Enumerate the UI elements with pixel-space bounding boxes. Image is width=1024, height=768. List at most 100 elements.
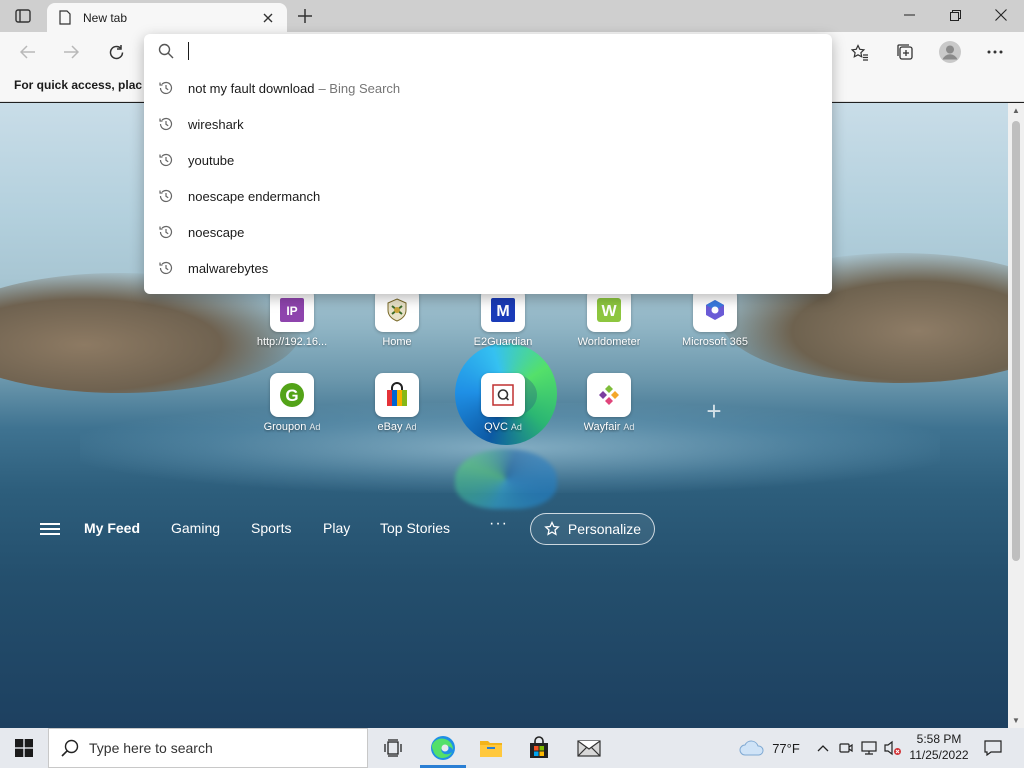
taskbar-search-box[interactable]: Type here to search: [48, 728, 368, 768]
restore-button[interactable]: [932, 0, 978, 30]
scroll-down-arrow-icon[interactable]: ▼: [1012, 716, 1020, 725]
quick-link-label: Groupon Ad: [263, 421, 321, 433]
profile-icon[interactable]: [935, 37, 965, 67]
cloud-icon[interactable]: [736, 728, 768, 768]
quick-link-microsoft-365[interactable]: Microsoft 365: [663, 288, 767, 368]
qvc-icon: [481, 373, 525, 417]
quick-link-label: http://192.16...: [256, 336, 328, 348]
search-icon: [61, 739, 79, 757]
suggestion-item[interactable]: youtube: [144, 142, 832, 178]
refresh-icon[interactable]: [101, 37, 131, 67]
svg-text:IP: IP: [286, 304, 297, 318]
scroll-thumb[interactable]: [1012, 121, 1020, 561]
quick-link-ebay[interactable]: eBay Ad: [345, 373, 449, 453]
history-icon: [157, 187, 175, 205]
taskbar-clock[interactable]: 5:58 PM 11/25/2022: [902, 731, 976, 765]
quick-link-home[interactable]: Home: [345, 288, 449, 368]
quick-link-label: Microsoft 365: [681, 336, 749, 348]
clock-time: 5:58 PM: [916, 732, 962, 746]
svg-text:M: M: [496, 303, 509, 320]
favorites-bar-hint: For quick access, place y: [14, 78, 142, 92]
edge-icon[interactable]: [420, 728, 466, 768]
chevron-up-icon[interactable]: [812, 728, 834, 768]
suggestion-item[interactable]: not my fault download – Bing Search: [144, 70, 832, 106]
more-icon[interactable]: [980, 37, 1010, 67]
svg-text:G: G: [285, 386, 298, 405]
close-icon[interactable]: [259, 9, 277, 27]
personalize-label: Personalize: [567, 521, 642, 537]
feed-tab-top-stories[interactable]: Top Stories: [380, 520, 450, 536]
quick-link-e2guardian[interactable]: M E2Guardian: [451, 288, 555, 368]
home-crest-icon: [375, 288, 419, 332]
weather-temperature[interactable]: 77°F: [770, 728, 802, 768]
windows-start-icon[interactable]: [0, 728, 48, 768]
history-icon: [157, 151, 175, 169]
file-explorer-icon[interactable]: [468, 728, 514, 768]
personalize-button[interactable]: Personalize: [530, 513, 655, 545]
feed-more-icon[interactable]: ···: [489, 515, 508, 533]
sparkle-star-icon: [544, 521, 560, 536]
back-icon[interactable]: [13, 37, 43, 67]
volume-muted-icon[interactable]: [882, 728, 904, 768]
store-icon[interactable]: [516, 728, 562, 768]
meet-now-icon[interactable]: [836, 728, 856, 768]
title-bar: New tab: [0, 0, 1024, 32]
notifications-icon[interactable]: [978, 728, 1008, 768]
taskbar: Type here to search 77°F 5:58 PM 11/25/2…: [0, 728, 1024, 768]
history-icon: [157, 79, 175, 97]
suggestion-item[interactable]: noescape: [144, 214, 832, 250]
quick-link-groupon[interactable]: G Groupon Ad: [240, 373, 344, 453]
sidebar-tabs-icon[interactable]: [10, 6, 36, 26]
mail-icon[interactable]: [566, 728, 612, 768]
e2guardian-icon: M: [481, 288, 525, 332]
feed-tab-gaming[interactable]: Gaming: [171, 520, 220, 536]
quick-link-worldometer[interactable]: W Worldometer: [557, 288, 661, 368]
tab-new-tab[interactable]: New tab: [47, 3, 287, 32]
quick-link-label: Wayfair Ad: [583, 421, 635, 433]
history-icon: [157, 259, 175, 277]
quick-link-label: QVC Ad: [484, 421, 522, 433]
feed-tab-sports[interactable]: Sports: [251, 520, 291, 536]
quick-link-qvc[interactable]: QVC Ad: [451, 373, 555, 453]
scroll-up-arrow-icon[interactable]: ▲: [1012, 106, 1020, 115]
worldometer-icon: W: [587, 288, 631, 332]
text-caret: [188, 42, 189, 60]
taskbar-search-placeholder: Type here to search: [89, 740, 213, 756]
minimize-button[interactable]: [886, 0, 932, 30]
feed-tab-my-feed[interactable]: My Feed: [84, 520, 140, 536]
suggestion-text: noescape endermanch: [188, 188, 321, 204]
quick-link-ip[interactable]: IP http://192.16...: [240, 288, 344, 368]
groupon-icon: G: [270, 373, 314, 417]
window-close-button[interactable]: [978, 0, 1024, 30]
quick-link-label: eBay Ad: [377, 421, 417, 433]
suggestion-text: wireshark: [188, 116, 244, 132]
menu-icon[interactable]: [40, 520, 60, 538]
tab-title: New tab: [83, 10, 128, 25]
suggestion-text: malwarebytes: [188, 260, 269, 276]
quick-link-wayfair[interactable]: Wayfair Ad: [557, 373, 661, 453]
task-view-icon[interactable]: [370, 728, 416, 768]
suggestion-text: youtube: [188, 152, 235, 168]
suggestion-item[interactable]: malwarebytes: [144, 250, 832, 286]
suggestion-item[interactable]: noescape endermanch: [144, 178, 832, 214]
address-bar[interactable]: [144, 34, 832, 68]
suggestion-item[interactable]: wireshark: [144, 106, 832, 142]
collections-icon[interactable]: [890, 37, 920, 67]
history-icon: [157, 115, 175, 133]
network-icon[interactable]: [858, 728, 880, 768]
address-input[interactable]: [186, 39, 806, 63]
suggestion-text: noescape: [188, 224, 245, 240]
add-quick-link-plus-icon[interactable]: +: [700, 396, 728, 426]
page-scrollbar[interactable]: ▲ ▼: [1008, 103, 1024, 728]
feed-navigation: My Feed Gaming Sports Play Top Stories ·…: [0, 509, 1008, 549]
forward-icon[interactable]: [56, 37, 86, 67]
quick-link-label: Home: [382, 336, 412, 348]
plus-icon[interactable]: [292, 5, 318, 27]
search-icon: [158, 43, 174, 59]
favorites-icon[interactable]: [845, 37, 875, 67]
wayfair-icon: [587, 373, 631, 417]
quick-link-label: Worldometer: [577, 336, 641, 348]
history-icon: [157, 223, 175, 241]
address-bar-dropdown: not my fault download – Bing Search wire…: [144, 34, 832, 294]
feed-tab-play[interactable]: Play: [323, 520, 350, 536]
